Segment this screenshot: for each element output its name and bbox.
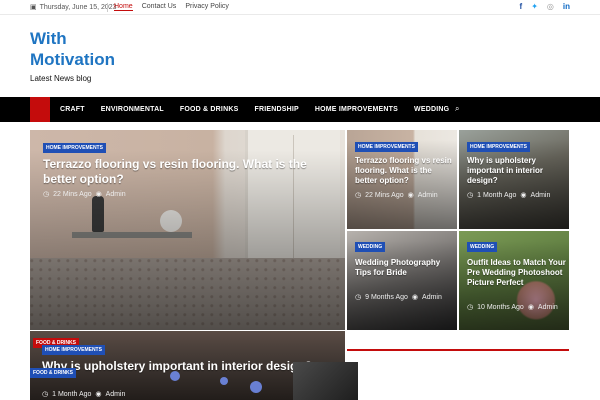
clock-icon: ◷ xyxy=(467,192,474,199)
image-bokeh xyxy=(220,377,228,385)
user-icon: ◉ xyxy=(520,192,527,199)
divider xyxy=(107,3,108,12)
top-link-privacy[interactable]: Privacy Policy xyxy=(185,3,229,11)
top-bar: ▣ Thursday, June 15, 2023 Home Contact U… xyxy=(0,0,600,15)
clock-icon: ◷ xyxy=(43,191,50,198)
post-card[interactable]: HOME IMPROVEMENTS Why is upholstery impo… xyxy=(459,130,569,229)
nav-item-wedding[interactable]: WEDDING xyxy=(414,106,449,113)
post-title[interactable]: Terrazzo flooring vs resin flooring. Wha… xyxy=(355,156,455,186)
post-meta: ◷ 10 Months Ago ◉ Admin xyxy=(467,303,558,312)
home-button[interactable] xyxy=(30,97,50,122)
post-card[interactable]: HOME IMPROVEMENTS Terrazzo flooring vs r… xyxy=(347,130,457,229)
post-card[interactable]: WEDDING Outfit Ideas to Match Your Pre W… xyxy=(459,231,569,330)
post-author[interactable]: Admin xyxy=(418,192,438,199)
user-icon: ◉ xyxy=(95,391,102,398)
post-author[interactable]: Admin xyxy=(106,391,126,398)
instagram-icon[interactable]: ◎ xyxy=(547,2,554,11)
twitter-icon[interactable]: ✦ xyxy=(531,2,538,11)
post-card[interactable]: WEDDING Wedding Photography Tips for Bri… xyxy=(347,231,457,330)
post-thumbnail[interactable] xyxy=(293,362,358,400)
nav-menu: CRAFT ENVIRONMENTAL FOOD & DRINKS FRIEND… xyxy=(60,97,449,122)
site-title[interactable]: With Motivation xyxy=(30,28,150,70)
post-meta: ◷ 22 Mins Ago ◉ Admin xyxy=(355,191,438,200)
category-badge[interactable]: FOOD & DRINKS xyxy=(30,368,76,378)
post-time[interactable]: 1 Month Ago xyxy=(52,391,91,398)
category-badge[interactable]: HOME IMPROVEMENTS xyxy=(43,143,106,153)
category-badge[interactable]: HOME IMPROVEMENTS xyxy=(42,345,105,355)
search-icon[interactable]: ⌕ xyxy=(455,104,459,114)
nav-item-environmental[interactable]: ENVIRONMENTAL xyxy=(101,106,164,113)
post-author[interactable]: Admin xyxy=(106,191,126,198)
nav-item-craft[interactable]: CRAFT xyxy=(60,106,85,113)
post-time[interactable]: 9 Months Ago xyxy=(365,294,408,301)
post-title[interactable]: Terrazzo flooring vs resin flooring. Wha… xyxy=(43,157,343,187)
secondary-badge-holder: FOOD & DRINKS xyxy=(30,368,90,378)
thumbnail-image xyxy=(293,362,358,400)
calendar-icon: ▣ xyxy=(30,4,37,11)
clock-icon: ◷ xyxy=(355,192,362,199)
category-badge[interactable]: HOME IMPROVEMENTS xyxy=(467,142,530,152)
nav-item-friendship[interactable]: FRIENDSHIP xyxy=(254,106,298,113)
date-display: ▣ Thursday, June 15, 2023 xyxy=(30,3,117,12)
user-icon: ◉ xyxy=(95,191,102,198)
clock-icon: ◷ xyxy=(355,294,362,301)
site-tagline: Latest News blog xyxy=(30,74,92,83)
top-links: Home Contact Us Privacy Policy xyxy=(114,3,229,11)
top-link-contact[interactable]: Contact Us xyxy=(142,3,177,11)
featured-post[interactable]: HOME IMPROVEMENTS Terrazzo flooring vs r… xyxy=(30,130,345,330)
post-author[interactable]: Admin xyxy=(422,294,442,301)
post-time[interactable]: 10 Months Ago xyxy=(477,304,524,311)
post-author[interactable]: Admin xyxy=(531,192,551,199)
linkedin-icon[interactable]: in xyxy=(563,2,570,11)
post-time[interactable]: 22 Mins Ago xyxy=(365,192,404,199)
post-meta: ◷ 1 Month Ago ◉ Admin xyxy=(42,390,126,399)
category-badge[interactable]: WEDDING xyxy=(355,242,386,252)
post-meta: ◷ 9 Months Ago ◉ Admin xyxy=(355,293,442,302)
post-title[interactable]: Wedding Photography Tips for Bride xyxy=(355,258,455,278)
clock-icon: ◷ xyxy=(42,391,49,398)
date-text: Thursday, June 15, 2023 xyxy=(39,3,117,11)
post-author[interactable]: Admin xyxy=(538,304,558,311)
top-link-home[interactable]: Home xyxy=(114,3,133,11)
post-title[interactable]: Outfit Ideas to Match Your Pre Wedding P… xyxy=(467,258,567,288)
category-badge[interactable]: HOME IMPROVEMENTS xyxy=(355,142,418,152)
image-bokeh xyxy=(250,381,262,393)
nav-item-home-improvements[interactable]: HOME IMPROVEMENTS xyxy=(315,106,398,113)
section-divider xyxy=(347,349,569,351)
nav-item-food-drinks[interactable]: FOOD & DRINKS xyxy=(180,106,239,113)
post-title[interactable]: Why is upholstery important in interior … xyxy=(467,156,567,186)
user-icon: ◉ xyxy=(411,294,419,301)
post-meta: ◷ 22 Mins Ago ◉ Admin xyxy=(43,190,126,199)
site-branding: With Motivation Latest News blog xyxy=(30,28,150,83)
post-meta: ◷ 1 Month Ago ◉ Admin xyxy=(467,191,551,200)
post-time[interactable]: 1 Month Ago xyxy=(477,192,516,199)
main-navigation: CRAFT ENVIRONMENTAL FOOD & DRINKS FRIEND… xyxy=(0,97,600,122)
facebook-icon[interactable]: f xyxy=(520,2,523,11)
clock-icon: ◷ xyxy=(467,304,474,311)
post-time[interactable]: 22 Mins Ago xyxy=(53,191,92,198)
user-icon: ◉ xyxy=(407,192,414,199)
social-links: f ✦ ◎ in xyxy=(520,2,570,11)
user-icon: ◉ xyxy=(527,304,534,311)
category-badge[interactable]: WEDDING xyxy=(467,242,498,252)
